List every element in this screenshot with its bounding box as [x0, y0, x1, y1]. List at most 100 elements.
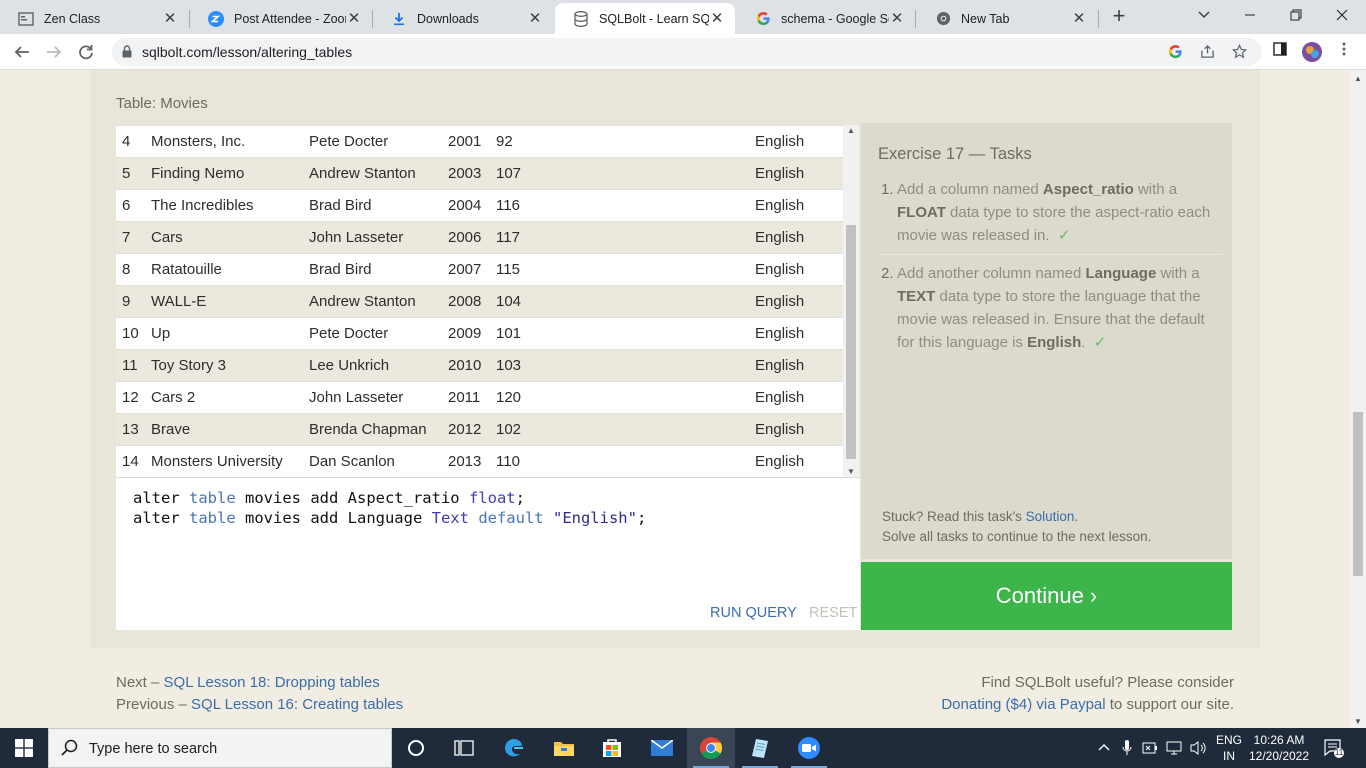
volume-icon[interactable] [1190, 740, 1208, 759]
reload-icon[interactable] [74, 40, 98, 64]
previous-lesson-link[interactable]: SQL Lesson 16: Creating tables [191, 696, 403, 713]
show-hidden-icons-chevron-icon[interactable] [1098, 740, 1110, 754]
tab-sqlbolt[interactable]: SQLBolt - Learn SQL - ✕ [555, 3, 735, 34]
windows-start-button[interactable] [0, 728, 48, 768]
zoom-taskbar-icon[interactable] [785, 728, 833, 768]
tab-new-tab[interactable]: New Tab ✕ [917, 3, 1097, 34]
cell-year: 2008 [448, 293, 482, 310]
side-panel-icon[interactable] [1270, 42, 1290, 62]
profile-avatar[interactable] [1302, 42, 1322, 62]
cell-id: 14 [122, 453, 139, 470]
cortana-icon[interactable] [392, 728, 440, 768]
restore-button[interactable] [1284, 5, 1308, 27]
tab-label: New Tab [961, 11, 1010, 26]
continue-button[interactable]: Continue › [861, 562, 1232, 630]
table-scrollbar-thumb[interactable] [846, 225, 856, 459]
new-tab-button[interactable]: + [1108, 5, 1130, 28]
input-language[interactable]: ENG IN [1214, 732, 1244, 764]
cell-language: English [755, 389, 805, 406]
cell-length: 92 [496, 133, 513, 150]
taskbar-search[interactable]: Type here to search [48, 728, 392, 768]
page-scrollbar-thumb[interactable] [1353, 412, 1363, 576]
donate-link[interactable]: Donating ($4) via Paypal [941, 696, 1105, 713]
table-row: 14 Monsters University Dan Scanlon 2013 110 E… [116, 445, 843, 477]
cell-length: 103 [496, 357, 522, 374]
edge-icon[interactable] [490, 728, 538, 768]
table-row: 4 Monsters, Inc. Pete Docter 2001 92 English [116, 125, 843, 157]
network-icon[interactable] [1166, 740, 1182, 759]
cell-director: Brad Bird [309, 261, 372, 278]
tab-zen-class[interactable]: Zen Class ✕ [0, 3, 188, 34]
cell-director: Lee Unkrich [309, 357, 390, 374]
scroll-up-arrow-icon[interactable]: ▲ [843, 126, 859, 135]
file-explorer-icon[interactable] [540, 728, 588, 768]
scroll-down-arrow-icon[interactable]: ▼ [843, 467, 859, 476]
address-bar[interactable]: sqlbolt.com/lesson/altering_tables [112, 38, 1262, 66]
mail-icon[interactable] [638, 728, 686, 768]
microsoft-store-icon[interactable] [588, 728, 636, 768]
kebab-menu-icon[interactable] [1334, 42, 1354, 62]
table-scrollbar[interactable]: ▲ ▼ [843, 125, 859, 477]
tab-close-icon[interactable]: ✕ [527, 10, 543, 27]
cell-title: Monsters, Inc. [151, 133, 246, 150]
cell-title: The Incredibles [151, 197, 254, 214]
cell-title: Ratatouille [151, 261, 222, 278]
microphone-icon[interactable] [1122, 740, 1132, 759]
cell-id: 7 [122, 229, 131, 246]
next-lesson-link[interactable]: SQL Lesson 18: Dropping tables [164, 674, 380, 691]
sql-editor[interactable]: alter table movies add Aspect_ratio floa… [116, 477, 860, 630]
notepad-icon[interactable] [736, 728, 784, 768]
cell-director: Andrew Stanton [309, 165, 416, 182]
tab-downloads[interactable]: Downloads ✕ [373, 3, 553, 34]
chrome-taskbar-icon[interactable] [687, 728, 735, 768]
results-table[interactable]: 4 Monsters, Inc. Pete Docter 2001 92 English 5… [116, 125, 859, 477]
tab-close-icon[interactable]: ✕ [346, 10, 362, 27]
tab-close-icon[interactable]: ✕ [1071, 10, 1087, 27]
solution-link[interactable]: Solution [1026, 509, 1075, 524]
battery-icon[interactable] [1142, 740, 1158, 759]
minimize-button[interactable] [1238, 5, 1262, 27]
zoom-icon [208, 10, 224, 27]
tab-close-icon[interactable]: ✕ [709, 10, 725, 27]
google-translate-icon[interactable] [1166, 43, 1184, 61]
exercise-title: Exercise 17 — Tasks [878, 145, 1032, 163]
reset-button[interactable]: RESET [809, 605, 857, 621]
share-icon[interactable] [1198, 43, 1216, 61]
task-view-icon[interactable] [440, 728, 488, 768]
cell-length: 120 [496, 389, 522, 406]
table-title: Table: Movies [116, 95, 208, 112]
tab-zoom[interactable]: Post Attendee - Zoom ✕ [190, 3, 372, 34]
cell-director: Andrew Stanton [309, 293, 416, 310]
bookmark-star-icon[interactable] [1230, 43, 1248, 61]
cell-language: English [755, 165, 805, 182]
tab-close-icon[interactable]: ✕ [162, 10, 178, 27]
page-scroll-down-icon[interactable]: ▼ [1350, 717, 1366, 726]
run-query-button[interactable]: RUN QUERY [710, 605, 797, 621]
lesson-footer: Next – SQL Lesson 18: Dropping tables Pr… [90, 648, 1260, 728]
page-scrollbar[interactable]: ▲ ▼ [1350, 70, 1366, 728]
cell-id: 4 [122, 133, 131, 150]
database-icon [573, 10, 589, 27]
cell-year: 2006 [448, 229, 482, 246]
cell-length: 116 [496, 197, 520, 214]
tab-google-search[interactable]: schema - Google Sear ✕ [737, 3, 915, 34]
table-row: 11 Toy Story 3 Lee Unkrich 2010 103 English [116, 349, 843, 381]
back-arrow-icon[interactable] [10, 40, 34, 64]
cell-length: 104 [496, 293, 522, 310]
cell-year: 2003 [448, 165, 482, 182]
system-clock[interactable]: 10:26 AM 12/20/2022 [1244, 732, 1314, 764]
cell-id: 6 [122, 197, 131, 214]
table-row: 13 Brave Brenda Chapman 2012 102 English [116, 413, 843, 445]
download-icon [391, 11, 407, 27]
tab-close-icon[interactable]: ✕ [889, 10, 905, 27]
cell-title: Finding Nemo [151, 165, 245, 182]
notification-center-icon[interactable]: 11 [1324, 738, 1344, 761]
cell-director: John Lasseter [309, 229, 404, 246]
page-scroll-up-icon[interactable]: ▲ [1350, 74, 1366, 83]
forward-arrow-icon[interactable] [42, 40, 66, 64]
cell-year: 2004 [448, 197, 482, 214]
tab-search-chevron-icon[interactable] [1192, 5, 1216, 27]
code-line-2: alter table movies add Language Text def… [133, 509, 647, 527]
cell-language: English [755, 133, 805, 150]
close-window-button[interactable] [1330, 5, 1354, 27]
